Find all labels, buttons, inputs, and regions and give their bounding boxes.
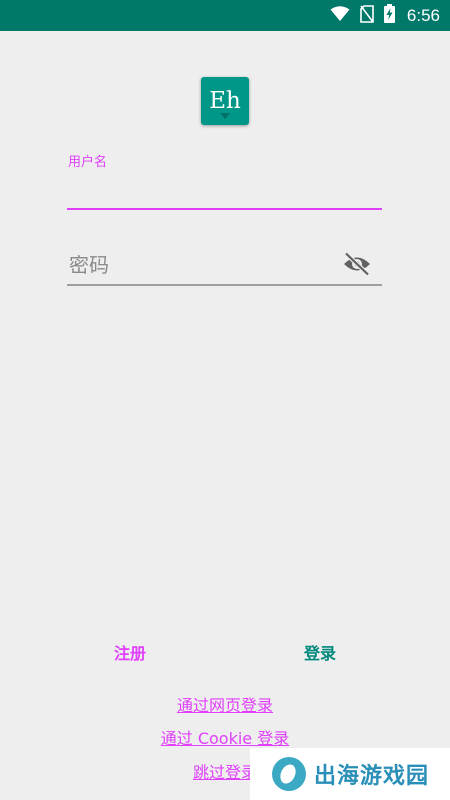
username-label: 用户名 xyxy=(68,155,108,170)
app-logo-text: Eh xyxy=(209,88,241,114)
watermark-logo-icon xyxy=(272,757,306,791)
web-login-link[interactable]: 通过网页登录 xyxy=(0,692,450,716)
eye-off-icon[interactable] xyxy=(343,251,371,277)
no-sim-icon xyxy=(360,4,374,27)
battery-charging-icon xyxy=(383,4,395,27)
cookie-login-link[interactable]: 通过 Cookie 登录 xyxy=(0,725,450,749)
watermark: 出海游戏园 xyxy=(250,748,450,800)
status-icons: 6:56 xyxy=(330,0,440,31)
login-button[interactable]: 登录 xyxy=(295,640,345,670)
username-input[interactable] xyxy=(67,170,382,210)
register-button[interactable]: 注册 xyxy=(105,640,155,670)
wifi-icon xyxy=(330,5,350,26)
app-logo: Eh xyxy=(201,77,249,125)
status-time: 6:56 xyxy=(406,5,440,25)
status-bar: 6:56 xyxy=(0,0,450,31)
password-input[interactable] xyxy=(67,245,382,286)
logo-mark-icon xyxy=(220,113,230,119)
watermark-text: 出海游戏园 xyxy=(314,764,430,789)
